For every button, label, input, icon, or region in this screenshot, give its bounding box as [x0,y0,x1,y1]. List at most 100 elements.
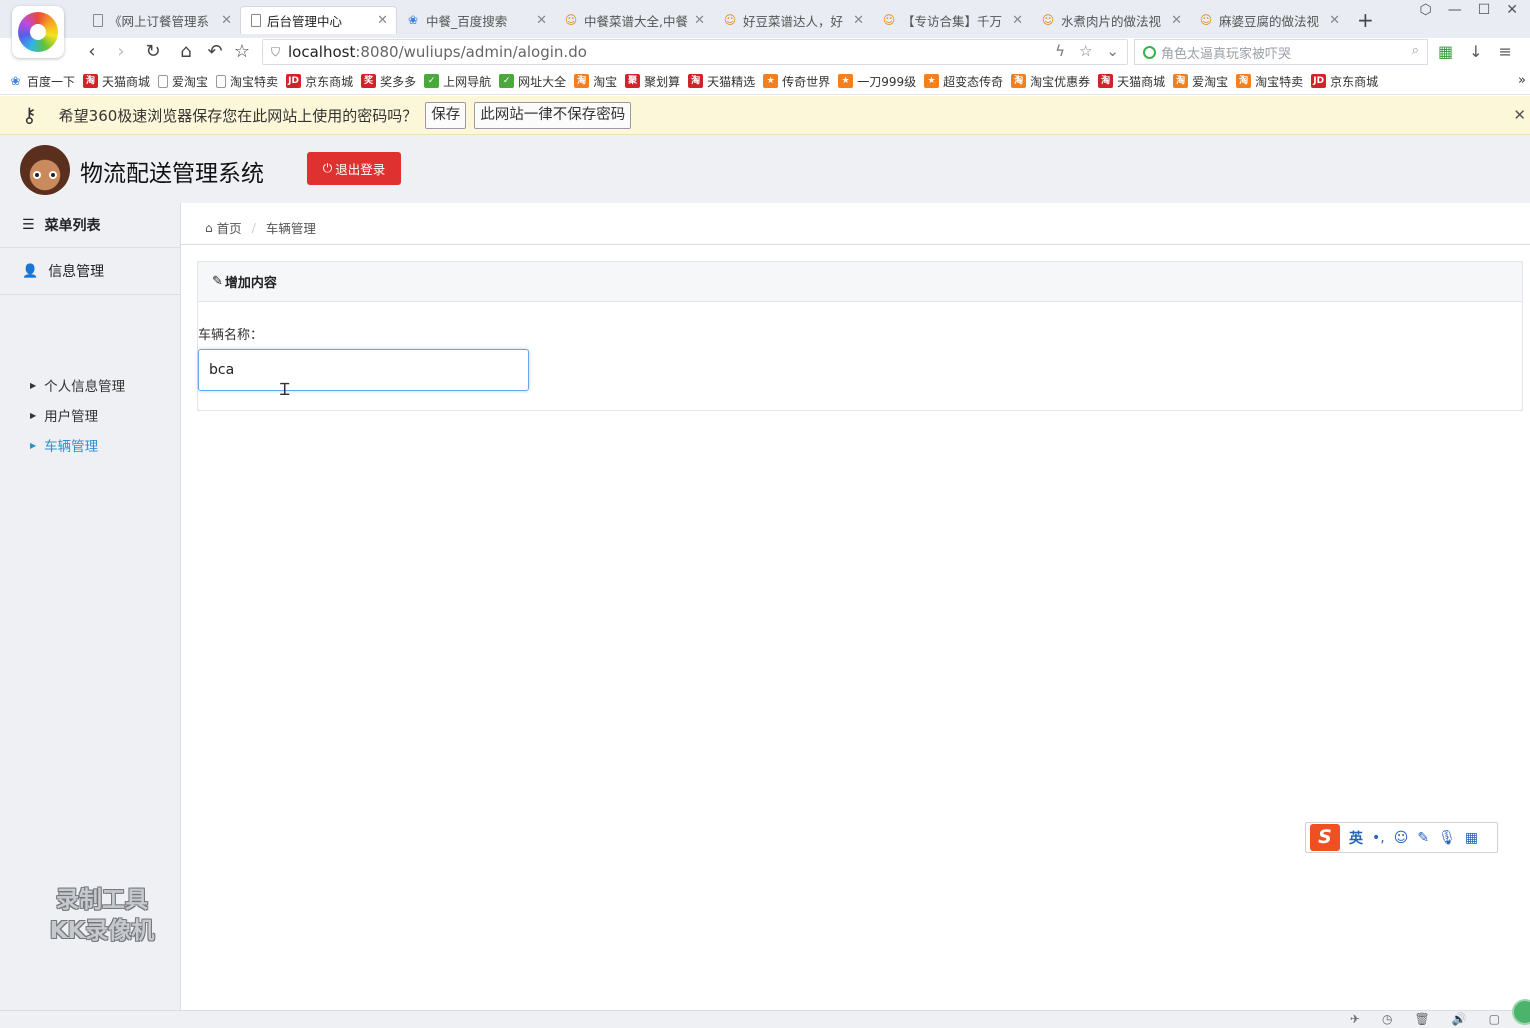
caret-right-icon: ▶ [30,410,37,420]
bookmark-item[interactable]: 淘爱淘宝 [1173,73,1228,90]
close-icon[interactable]: ✕ [1171,13,1182,28]
bookmark-item[interactable]: 聚聚划算 [625,73,680,90]
avatar [20,145,70,195]
grid-icon[interactable]: ▦ [1465,830,1478,846]
browser-tab[interactable]: ❀ 中餐_百度搜索 ✕ [398,6,555,34]
browser-tab-active[interactable]: 后台管理中心 ✕ [240,6,397,34]
save-password-bar: ⚷ 希望360极速浏览器保存您在此网站上使用的密码吗？ 保存 此网站一律不保存密… [0,96,1530,135]
microphone-icon[interactable]: 🎙 [1438,830,1456,846]
browser-tab[interactable]: ☺ 【专访合集】千万 ✕ [874,6,1031,34]
jiang-icon: 奖 [361,74,377,88]
sidebar-item-vehicles[interactable]: ▶ 车辆管理 [30,435,98,455]
tab-title: 中餐_百度搜索 [426,13,508,29]
logout-button[interactable]: ⏻ 退出登录 [307,152,401,185]
browser-tab[interactable]: ☺ 水煮肉片的做法视 ✕ [1033,6,1190,34]
browser-tab[interactable]: 《网上订餐管理系 ✕ [83,6,240,34]
game-icon: ★ [763,74,779,88]
window-icon[interactable]: ▢ [1489,1012,1500,1026]
bookmark-item[interactable]: JD 京东商城 [1311,73,1378,90]
bookmark-item[interactable]: 淘天猫商城 [83,73,150,90]
status-badge[interactable] [1512,999,1530,1025]
bookmark-item[interactable]: ✓ 上网导航 [424,73,491,90]
bookmark-item[interactable]: 奖奖多多 [361,73,416,90]
minimize-icon[interactable]: — [1448,2,1462,18]
sogou-ime-icon[interactable]: S [1310,824,1340,851]
close-icon[interactable]: ✕ [536,13,547,28]
download-icon[interactable]: ↓ [1469,42,1482,61]
breadcrumb-home[interactable]: 首页 [217,218,242,237]
browser-tab[interactable]: ☺ 中餐菜谱大全,中餐 ✕ [556,6,713,34]
more-bookmarks-icon[interactable]: » [1518,73,1526,88]
watermark-line: KK录像机 [49,918,155,944]
logout-label: 退出登录 [335,163,386,177]
pin-icon[interactable]: ✈ [1350,1012,1360,1026]
close-icon[interactable]: ✕ [1012,13,1023,28]
bookmark-item[interactable]: 淘天猫商城 [1098,73,1165,90]
taobao-icon: 淘 [574,74,590,88]
address-text[interactable]: localhost:8080/wuliups/admin/alogin.do [288,43,587,61]
lightning-icon[interactable]: ϟ [1055,42,1065,60]
shield-icon: ⛉ [271,44,281,59]
user-icon: 👤 [22,263,39,279]
vehicle-name-input[interactable] [198,349,529,391]
sidebar-group-info[interactable]: 👤 信息管理 [0,248,180,295]
skin-icon[interactable]: ⬡ [1419,2,1431,18]
home-icon[interactable]: ⌂ [175,41,197,62]
back-icon[interactable]: ‹ [81,41,103,62]
watermark-line: 录制工具 [56,887,148,913]
bookmark-item[interactable]: 爱淘宝 [158,73,208,90]
maximize-icon[interactable]: ☐ [1478,2,1491,18]
close-icon[interactable]: ✕ [377,13,388,28]
close-icon[interactable]: ✕ [694,13,705,28]
bookmark-item[interactable]: JD 京东商城 [286,73,353,90]
sidebar-item-personal-info[interactable]: ▶ 个人信息管理 [30,375,125,395]
forward-icon[interactable]: › [110,41,132,62]
bookmark-item[interactable]: 淘淘宝优惠券 [1011,73,1090,90]
bookmark-item[interactable]: 淘天猫精选 [688,73,755,90]
bookmark-item[interactable]: 淘淘宝 [574,73,617,90]
bookmark-item[interactable]: ★ 传奇世界 [763,73,830,90]
save-password-button[interactable]: 保存 [425,101,467,129]
bookmark-item[interactable]: ✓ 网址大全 [499,73,566,90]
ime-punctuation-toggle[interactable]: •, [1372,830,1385,846]
tab-title: 水煮肉片的做法视 [1061,13,1162,29]
undo-icon[interactable]: ↶ [204,41,226,62]
browser-tab[interactable]: ☺ 麻婆豆腐的做法视 ✕ [1191,6,1348,34]
close-icon[interactable]: ✕ [853,13,864,28]
close-window-icon[interactable]: ✕ [1506,2,1518,18]
volume-icon[interactable]: 🔊 [1452,1012,1467,1026]
bookmark-item[interactable]: 淘淘宝特卖 [1236,73,1303,90]
bookmark-item[interactable]: ❀ 百度一下 [8,73,75,90]
address-bar[interactable]: ⛉ localhost:8080/wuliups/admin/alogin.do… [262,39,1128,65]
reload-icon[interactable]: ↻ [142,41,164,62]
ime-language-toggle[interactable]: 英 [1349,828,1363,848]
bookmark-label: 淘宝 [593,74,618,89]
close-icon[interactable]: ✕ [1513,106,1526,124]
favorite-star-icon[interactable]: ☆ [1079,42,1092,60]
bookmark-label: 天猫精选 [707,74,756,89]
close-icon[interactable]: ✕ [1329,13,1340,28]
star-icon[interactable]: ☆ [231,41,253,62]
search-icon[interactable]: ⌕ [1412,43,1419,58]
apps-icon[interactable]: ▦ [1438,42,1453,61]
sidebar-item-users[interactable]: ▶ 用户管理 [30,405,98,425]
browser-logo-icon[interactable] [12,6,64,58]
tmall-icon: 淘 [1098,74,1114,88]
bookmark-item[interactable]: ★ 一刀999级 [838,73,916,90]
trash-icon[interactable]: 🗑 [1414,1012,1429,1026]
menu-icon[interactable]: ≡ [1499,42,1512,61]
chevron-down-icon[interactable]: ⌄ [1106,42,1119,60]
never-save-password-button[interactable]: 此网站一律不保存密码 [474,101,632,129]
close-icon[interactable]: ✕ [221,13,232,28]
chef-icon: ☺ [723,13,737,27]
edit-icon: ✎ [212,274,223,289]
browser-tab[interactable]: ☺ 好豆菜谱达人，好 ✕ [715,6,872,34]
new-tab-button[interactable]: + [1357,8,1374,32]
bookmark-item[interactable]: ★ 超变态传奇 [924,73,1003,90]
emoji-icon[interactable]: ☺ [1394,830,1409,846]
speed-icon[interactable]: ◷ [1382,1012,1392,1026]
breadcrumb-current: 车辆管理 [265,221,316,236]
bookmark-item[interactable]: 淘宝特卖 [216,73,278,90]
pen-icon[interactable]: ✎ [1417,830,1429,846]
search-input[interactable]: 角色太逼真玩家被吓哭 ⌕ [1134,39,1428,65]
